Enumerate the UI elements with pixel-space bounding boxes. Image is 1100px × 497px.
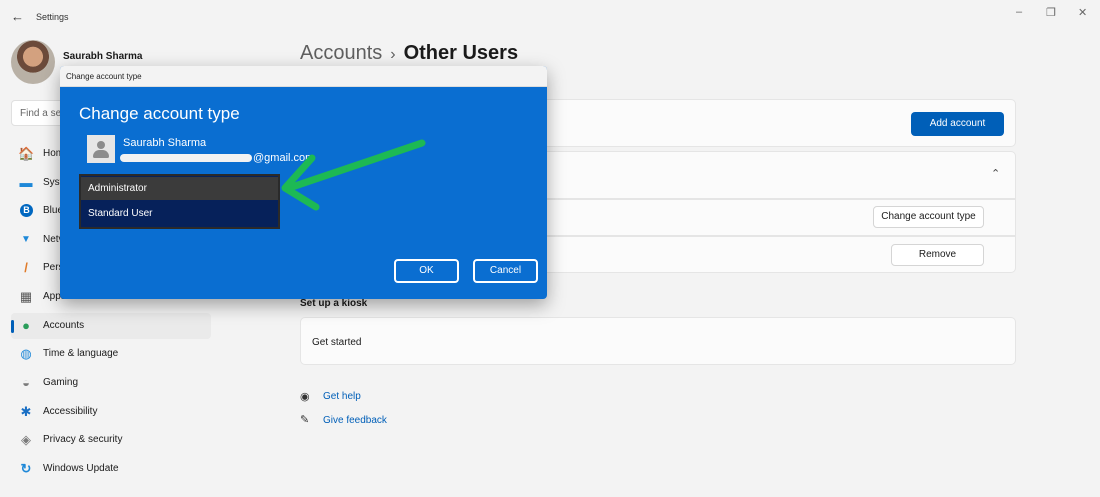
help-icon: ◉ <box>300 391 310 403</box>
remove-button[interactable]: Remove <box>891 244 984 266</box>
apps-icon: ▦ <box>19 289 33 304</box>
globe-icon: ◍ <box>20 346 32 361</box>
minimize-icon[interactable]: – <box>1016 6 1022 18</box>
give-feedback-link[interactable]: Give feedback <box>323 415 387 426</box>
change-account-type-dialog: Change account type Change account type … <box>60 66 547 299</box>
sidebar-item-accessibility[interactable]: ✱ Accessibility <box>11 399 211 425</box>
close-icon[interactable]: ✕ <box>1078 6 1087 19</box>
system-icon: ▬ <box>19 175 33 190</box>
network-icon: ▼ <box>21 234 31 245</box>
sidebar-item-label: Windows Update <box>43 463 119 474</box>
home-icon: 🏠 <box>18 146 35 161</box>
sidebar-item-label: Gaming <box>43 377 79 388</box>
app-title: Settings <box>36 12 69 22</box>
kiosk-section-title: Set up a kiosk <box>300 298 368 309</box>
dialog-title-bar[interactable]: Change account type <box>60 66 547 87</box>
add-account-button[interactable]: Add account <box>911 112 1004 136</box>
sidebar-item-privacy[interactable]: ◈ Privacy & security <box>11 427 211 453</box>
sidebar-item-time-language[interactable]: ◍ Time & language <box>11 341 211 367</box>
sidebar-item-label: Privacy & security <box>43 434 123 445</box>
active-indicator <box>11 320 14 333</box>
change-account-type-button[interactable]: Change account type <box>873 206 984 228</box>
accounts-icon: ● <box>22 318 30 333</box>
chevron-up-icon[interactable]: ⌃ <box>991 167 1000 180</box>
kiosk-card[interactable] <box>300 317 1016 365</box>
dialog-window-title: Change account type <box>66 72 142 81</box>
shield-icon: ◈ <box>21 432 31 447</box>
ok-button[interactable]: OK <box>394 259 459 283</box>
sidebar-item-label: Accessibility <box>43 406 98 417</box>
dialog-user-name: Saurabh Sharma <box>123 137 207 149</box>
email-redaction <box>120 154 252 162</box>
breadcrumb: Accounts › Other Users <box>300 42 518 65</box>
user-avatar-icon <box>87 135 115 163</box>
breadcrumb-separator: › <box>390 46 396 63</box>
avatar <box>11 40 55 84</box>
sidebar-item-label: Accounts <box>43 320 85 331</box>
accessibility-icon: ✱ <box>20 404 32 419</box>
breadcrumb-parent[interactable]: Accounts <box>300 42 382 64</box>
restore-icon[interactable]: ❐ <box>1046 6 1056 19</box>
gaming-icon: ◒ <box>22 375 30 390</box>
personalization-icon: / <box>24 260 28 275</box>
back-arrow-icon[interactable]: ← <box>11 9 24 24</box>
title-bar: ← Settings – ❐ ✕ <box>0 0 1100 34</box>
option-administrator[interactable]: Administrator <box>81 177 278 200</box>
get-help-link[interactable]: Get help <box>323 391 361 402</box>
user-avatar-head <box>97 141 105 149</box>
user-avatar-body <box>93 150 109 158</box>
bluetooth-icon: B <box>20 204 33 217</box>
kiosk-get-started: Get started <box>312 337 362 348</box>
sidebar-item-accounts[interactable]: ● Accounts <box>11 313 211 339</box>
feedback-icon: ✎ <box>300 414 310 426</box>
cancel-button[interactable]: Cancel <box>473 259 538 283</box>
sidebar-item-gaming[interactable]: ◒ Gaming <box>11 370 211 396</box>
sidebar-item-label: Time & language <box>43 348 119 359</box>
sidebar-item-windows-update[interactable]: ↻ Windows Update <box>11 456 211 482</box>
option-standard-user[interactable]: Standard User <box>81 202 278 225</box>
account-type-dropdown[interactable]: Administrator Standard User <box>79 174 280 229</box>
dialog-heading: Change account type <box>79 104 240 123</box>
update-icon: ↻ <box>20 461 32 476</box>
dialog-user-email: @gmail.com <box>253 152 315 164</box>
page-title: Other Users <box>403 42 519 64</box>
profile-name: Saurabh Sharma <box>63 51 143 62</box>
